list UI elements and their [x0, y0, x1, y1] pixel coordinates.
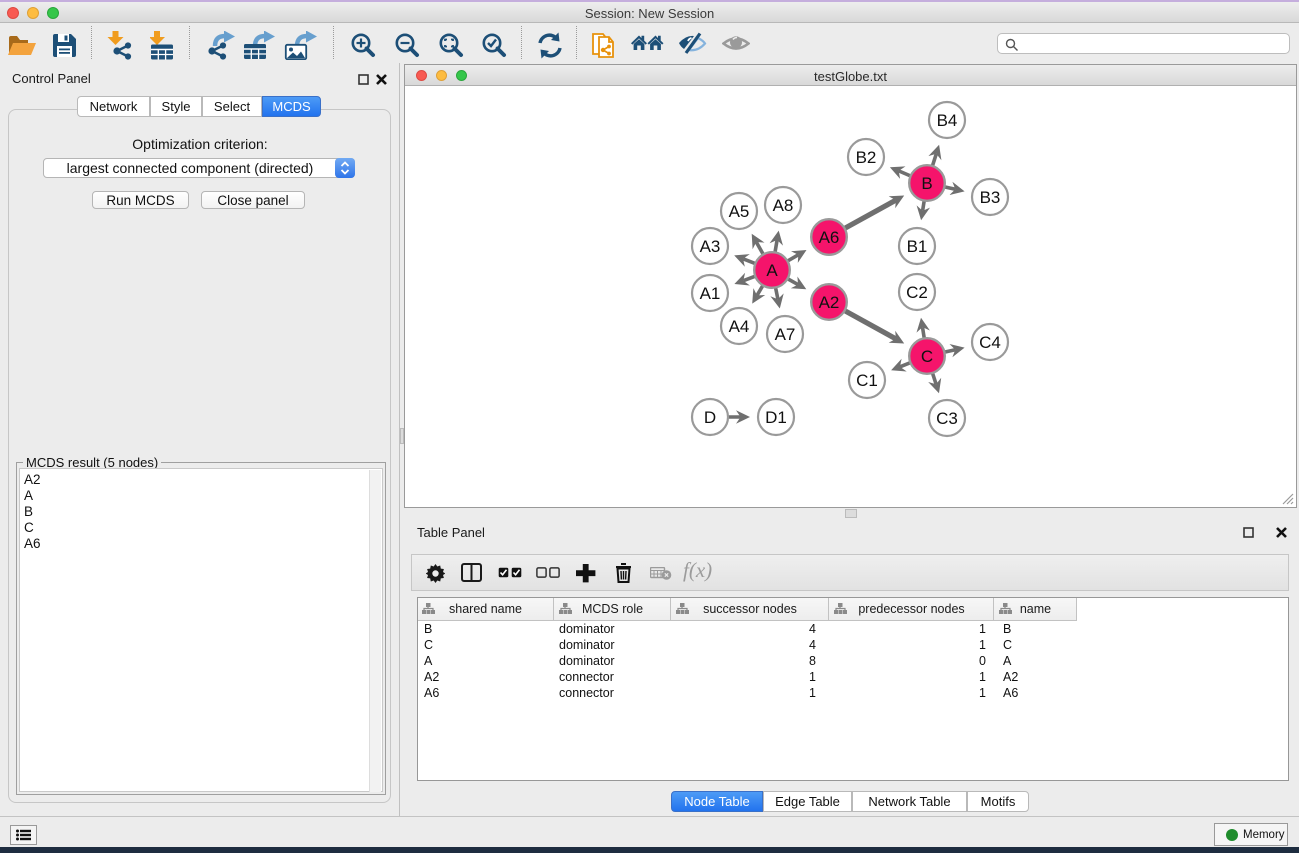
svg-text:C3: C3: [936, 409, 958, 428]
svg-text:C4: C4: [979, 333, 1001, 352]
svg-text:A: A: [766, 261, 778, 280]
svg-text:A1: A1: [700, 284, 721, 303]
svg-text:A6: A6: [819, 228, 840, 247]
svg-text:D: D: [704, 408, 716, 427]
svg-text:A5: A5: [729, 202, 750, 221]
svg-text:B: B: [921, 174, 932, 193]
svg-text:A4: A4: [729, 317, 750, 336]
svg-text:C2: C2: [906, 283, 928, 302]
svg-text:B1: B1: [907, 237, 928, 256]
svg-text:A8: A8: [773, 196, 794, 215]
svg-text:C: C: [921, 347, 933, 366]
svg-text:D1: D1: [765, 408, 787, 427]
svg-text:A7: A7: [775, 325, 796, 344]
svg-text:B3: B3: [980, 188, 1001, 207]
svg-text:B2: B2: [856, 148, 877, 167]
svg-text:A2: A2: [819, 293, 840, 312]
svg-text:B4: B4: [937, 111, 958, 130]
svg-text:A3: A3: [700, 237, 721, 256]
svg-text:C1: C1: [856, 371, 878, 390]
